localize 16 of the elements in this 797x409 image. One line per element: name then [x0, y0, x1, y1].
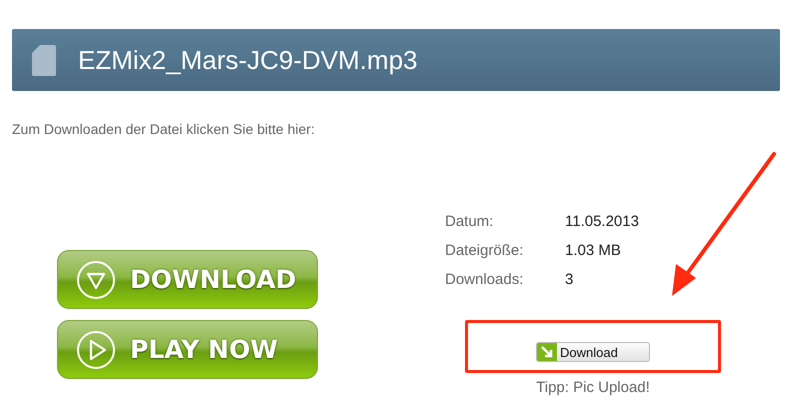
download-promo-button[interactable]: DOWNLOAD [57, 250, 318, 309]
info-label: Downloads: [445, 270, 524, 290]
file-title: EZMix2_Mars-JC9-DVM.mp3 [78, 44, 418, 76]
instruction-text: Zum Downloaden der Datei klicken Sie bitte hier: [12, 121, 316, 137]
tip-text: Tipp: Pic Upload! [536, 379, 650, 396]
file-icon [32, 44, 56, 76]
download-circle-icon [76, 260, 116, 300]
info-label: Dateigröße: [445, 241, 524, 261]
info-value: 11.05.2013 [565, 212, 640, 232]
download-arrow-icon [537, 343, 557, 361]
info-value: 3 [565, 270, 574, 290]
info-value: 1.03 MB [565, 241, 622, 261]
play-now-button[interactable]: PLAY NOW [57, 320, 318, 379]
download-button[interactable]: Download [536, 342, 650, 362]
play-circle-icon [76, 330, 116, 370]
info-label: Datum: [445, 212, 494, 232]
